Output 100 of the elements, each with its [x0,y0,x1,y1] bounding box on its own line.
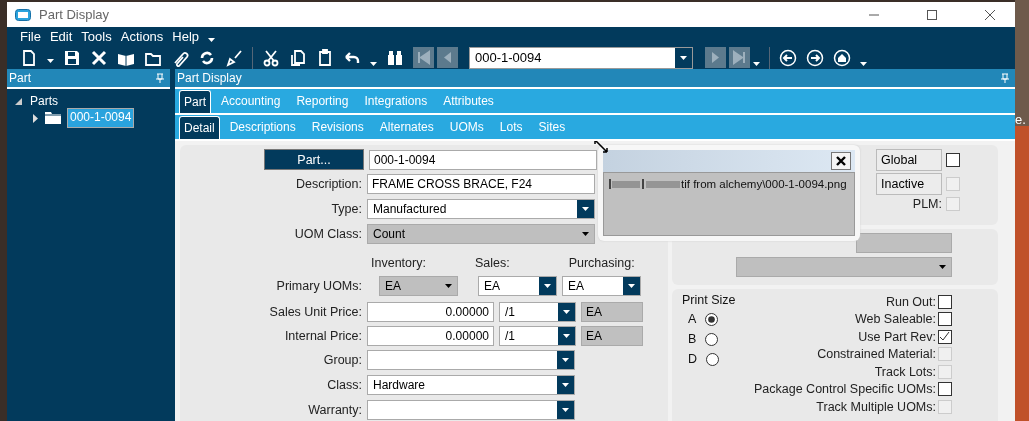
caret-icon[interactable] [680,55,687,60]
menu-item[interactable]: Edit [49,29,73,45]
new-document-icon[interactable] [20,48,38,67]
checkbox[interactable] [938,312,952,327]
price-field[interactable]: 0.00000 [367,301,494,322]
folder-icon [45,112,61,124]
close-icon[interactable] [984,8,996,21]
checkbox-label: Use Part Rev: [858,329,936,344]
app-icon [15,8,31,21]
caret-icon[interactable] [208,37,216,42]
expand-icon[interactable] [15,97,22,105]
radio-button[interactable] [706,352,720,366]
checkbox[interactable] [938,329,952,344]
group-title: Print Size [682,293,736,307]
next-record-icon[interactable] [705,47,726,69]
pin-icon[interactable] [1001,73,1009,83]
caret-icon[interactable] [860,61,867,66]
caret-icon[interactable] [563,333,570,338]
price-field[interactable]: 0.00000 [367,325,494,346]
caret-icon[interactable] [370,61,377,66]
field-label: Description: [295,177,362,191]
radio-button[interactable] [705,332,719,346]
dropdown[interactable]: /1 [499,325,576,346]
caret-icon[interactable] [562,383,569,387]
back-icon[interactable] [779,48,797,67]
dropdown[interactable] [367,400,575,420]
previous-record-icon[interactable] [437,47,458,69]
dropdown[interactable]: /1 [499,301,576,322]
dropdown[interactable]: Hardware [367,375,575,395]
radio-label: B [688,332,697,346]
brush-icon[interactable] [225,48,243,67]
panel-header: Part [7,69,170,89]
checkbox-label: Web Saleable: [854,312,936,327]
column-heading: Purchasing: [568,255,635,270]
dropdown[interactable]: EA [562,275,641,296]
save-icon[interactable] [63,48,81,67]
field-label: Primary UOMs: [275,278,362,293]
first-record-icon[interactable] [413,47,434,69]
checkbox-label: Constrained Material: [817,347,936,362]
caret-icon[interactable] [628,283,635,288]
panel-header: Part Display [175,69,1015,89]
caret-icon[interactable] [562,408,569,412]
window-title: Part Display [39,7,111,23]
checkbox[interactable] [938,294,952,309]
caret-icon[interactable] [939,265,946,269]
menu-item[interactable]: File [20,29,41,45]
checkbox-label: Run Out: [885,294,936,309]
last-record-icon[interactable] [729,47,750,69]
checkbox[interactable] [938,382,952,397]
caret-icon[interactable] [47,58,54,63]
dropdown[interactable]: EA [478,275,557,296]
resize-icon[interactable] [594,141,608,153]
checkbox-label: PLM: [912,197,942,211]
unit-field: EA [581,301,643,322]
pin-icon[interactable] [156,73,164,83]
tree-item[interactable]: Parts [28,93,60,109]
part-button[interactable]: Part... [264,149,364,170]
radio-button[interactable] [705,312,719,326]
home-icon[interactable] [833,48,851,67]
dropdown[interactable]: Manufactured [367,199,595,219]
part-number-field[interactable]: 000-1-0094 [369,149,597,170]
field-label: Class: [326,378,362,392]
checkbox[interactable] [946,153,960,167]
field-label: Sales Unit Price: [268,304,362,319]
expand-icon[interactable] [32,113,39,123]
caret-icon[interactable] [582,207,589,211]
forward-icon[interactable] [806,48,824,67]
tab[interactable]: Part [179,90,211,113]
blurred-text-drawing [609,178,681,190]
paste-icon[interactable] [316,48,334,67]
checkbox-label: Package Control Specific UOMs: [754,382,936,397]
unit-field: EA [581,325,643,346]
dropdown[interactable] [367,350,575,370]
field-label: Internal Price: [283,328,362,343]
menu-item[interactable]: Help [172,29,200,45]
caret-icon[interactable] [562,358,569,362]
field-label: Warranty: [307,403,362,417]
scissors-icon[interactable] [262,48,280,67]
caret-icon[interactable] [544,283,551,288]
column-heading: Sales: [474,255,510,270]
field-label: Group: [322,353,362,367]
delete-icon[interactable] [90,48,108,67]
menu-item[interactable]: Tools [81,29,112,45]
menu-item[interactable]: Actions [120,29,164,45]
caret-icon[interactable] [753,61,760,66]
image-path-text: tif from alchemy\000-1-0094.png [681,178,847,190]
description-field[interactable]: FRAME CROSS BRACE, F24 [367,174,595,194]
checkbox-label: Track Lots: [874,364,936,379]
field-label: UOM Class: [293,227,362,241]
tab[interactable]: Detail [179,116,220,139]
record-combo[interactable]: 000-1-0094 [469,46,693,69]
radio-label: D [688,352,698,366]
copy-icon[interactable] [289,48,307,67]
flag-button[interactable]: Global [876,149,942,171]
maximize-icon[interactable] [926,8,938,21]
radio-label: A [688,312,697,326]
binoculars-icon[interactable] [386,48,404,67]
close-icon[interactable] [831,152,851,170]
caret-icon[interactable] [563,309,570,314]
checkbox-label: Track Multiple UOMs: [816,399,936,414]
